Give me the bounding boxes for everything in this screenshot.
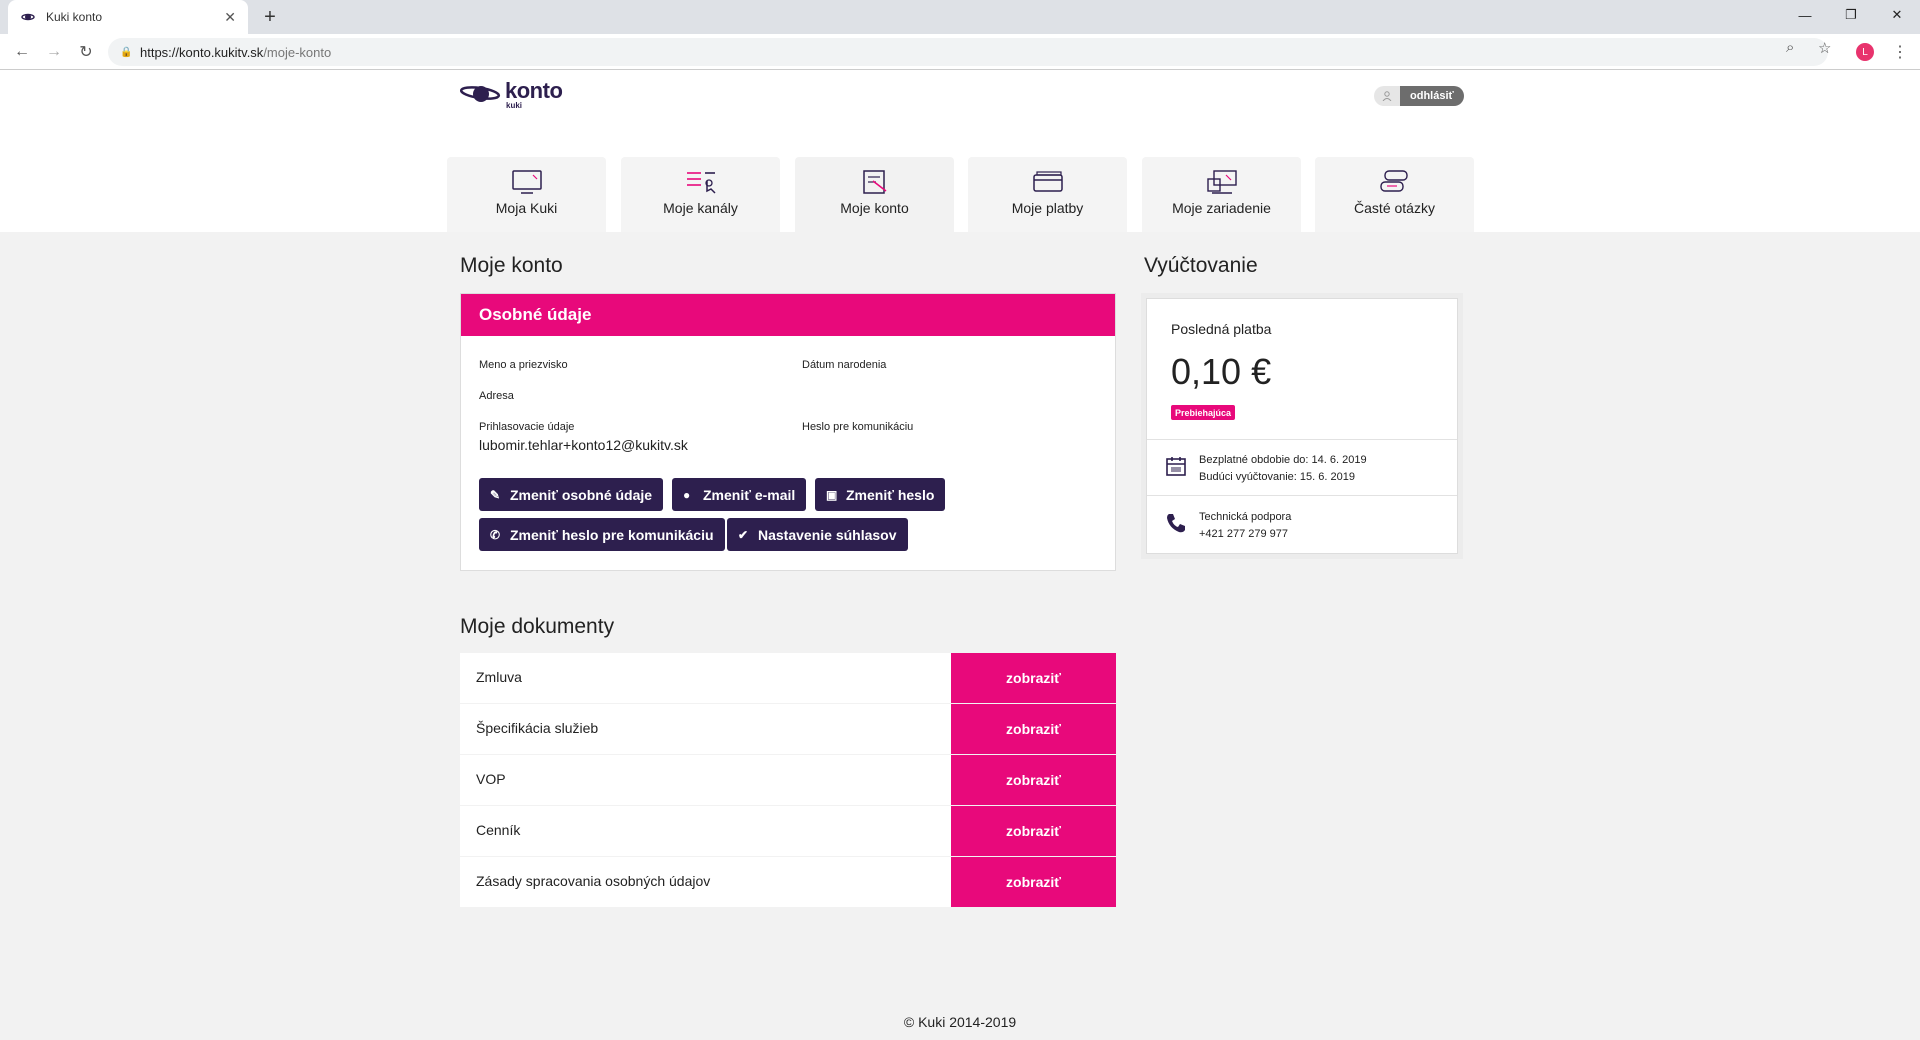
- tab-label: Časté otázky: [1354, 200, 1435, 216]
- phone-icon: ✆: [490, 527, 501, 542]
- phone-icon: [1167, 514, 1185, 533]
- faq-icon: [1380, 170, 1408, 192]
- close-window-icon[interactable]: ✕: [1874, 0, 1920, 30]
- tab-label: Moje konto: [840, 200, 909, 216]
- document-name: Cenník: [476, 822, 521, 838]
- view-document-button[interactable]: zobraziť: [951, 755, 1116, 805]
- edit-icon: ✎: [490, 487, 501, 502]
- tab-label: Moje platby: [1011, 200, 1084, 216]
- document-row: Špecifikácia služieb zobraziť: [460, 704, 1116, 754]
- document-row: Zmluva zobraziť: [460, 653, 1116, 703]
- personal-info-title: Osobné údaje: [461, 294, 1115, 336]
- divider: [1147, 439, 1457, 440]
- kuki-favicon-icon: [20, 9, 36, 25]
- divider: [1147, 495, 1457, 496]
- consent-settings-button[interactable]: ✔ Nastavenie súhlasov: [727, 518, 908, 551]
- zoom-icon[interactable]: ⌕: [1786, 39, 1794, 56]
- document-row: VOP zobraziť: [460, 755, 1116, 805]
- lock-icon: ▣: [826, 487, 838, 502]
- url-path: /moje-konto: [263, 44, 332, 60]
- comm-password-label: Heslo pre komunikáciu: [802, 421, 914, 433]
- change-comm-password-button[interactable]: ✆ Zmeniť heslo pre komunikáciu: [479, 518, 725, 551]
- payment-amount: 0,10 €: [1171, 351, 1272, 392]
- change-personal-info-button[interactable]: ✎ Zmeniť osobné údaje: [479, 478, 664, 511]
- document-row: Zásady spracovania osobných údajov zobra…: [460, 857, 1116, 907]
- name-label: Meno a priezvisko: [479, 359, 568, 371]
- new-tab-icon[interactable]: +: [258, 5, 282, 29]
- url-host: https://konto.kukitv.sk: [140, 44, 264, 60]
- reload-icon[interactable]: ↻: [74, 40, 98, 64]
- birth-date-label: Dátum narodenia: [802, 359, 887, 371]
- browser-tab[interactable]: Kuki konto ✕: [8, 0, 248, 34]
- view-document-button[interactable]: zobraziť: [951, 806, 1116, 856]
- document-name: Špecifikácia služieb: [476, 720, 599, 736]
- next-billing-text: Budúci vyúčtovanie: 15. 6. 2019: [1199, 471, 1355, 483]
- support-label: Technická podpora: [1199, 511, 1292, 523]
- address-label: Adresa: [479, 390, 514, 402]
- calendar-icon: [1166, 457, 1186, 476]
- devices-icon: [1207, 170, 1237, 194]
- check-icon: ✔: [738, 527, 749, 542]
- browser-toolbar: ← → ↻ 🔒 https://konto.kukitv.sk/moje-kon…: [0, 34, 1920, 70]
- support-info: Technická podpora +421 277 279 977: [1199, 509, 1291, 543]
- status-badge: Prebiehajúca: [1171, 405, 1236, 420]
- tab-caste-otazky[interactable]: Časté otázky: [1315, 157, 1474, 232]
- billing-section-title: Vyúčtovanie: [1144, 254, 1258, 277]
- billing-dates: Bezplatné obdobie do: 14. 6. 2019 Budúci…: [1199, 452, 1367, 486]
- profile-avatar[interactable]: L: [1856, 43, 1874, 61]
- restore-icon[interactable]: ❐: [1828, 0, 1874, 30]
- tab-moje-konto[interactable]: Moje konto: [795, 157, 954, 232]
- channel-list-icon: [687, 172, 716, 194]
- account-section-title: Moje konto: [460, 254, 563, 277]
- kuki-konto-logo[interactable]: konto kuki: [460, 78, 570, 110]
- document-name: Zásady spracovania osobných údajov: [476, 873, 711, 889]
- back-icon[interactable]: ←: [10, 40, 34, 64]
- tab-label: Moje zariadenie: [1172, 200, 1271, 216]
- minimize-icon[interactable]: —: [1782, 0, 1828, 30]
- forward-icon[interactable]: →: [42, 40, 66, 64]
- site-header: konto kuki odhlásiť Moja Kuki Moje kanál…: [0, 70, 1920, 232]
- close-tab-icon[interactable]: ✕: [224, 9, 236, 26]
- view-document-button[interactable]: zobraziť: [951, 857, 1116, 907]
- billing-card: Posledná platba 0,10 € Prebiehajúca Bezp…: [1146, 298, 1458, 554]
- support-phone[interactable]: +421 277 279 977: [1199, 526, 1291, 543]
- tab-moja-kuki[interactable]: Moja Kuki: [447, 157, 606, 232]
- tab-title: Kuki konto: [46, 10, 103, 24]
- logout-label: odhlásiť: [1400, 86, 1464, 106]
- account-icon: [863, 170, 887, 194]
- footer-copyright: © Kuki 2014-2019: [903, 1014, 1017, 1030]
- tab-label: Moje kanály: [663, 200, 738, 216]
- logout-button[interactable]: odhlásiť: [1374, 86, 1464, 106]
- document-row: Cenník zobraziť: [460, 806, 1116, 856]
- free-period-text: Bezplatné obdobie do: 14. 6. 2019: [1199, 454, 1367, 466]
- document-name: VOP: [476, 771, 506, 787]
- tab-label: Moja Kuki: [495, 200, 558, 216]
- change-password-button[interactable]: ▣ Zmeniť heslo: [815, 478, 946, 511]
- planet-logo-icon: [460, 86, 501, 102]
- view-document-button[interactable]: zobraziť: [951, 653, 1116, 703]
- documents-list: Zmluva zobraziť Špecifikácia služieb zob…: [460, 653, 1116, 908]
- personal-info-card: Osobné údaje Meno a priezvisko Dátum nar…: [460, 293, 1116, 571]
- user-icon: [1374, 86, 1400, 106]
- payments-icon: [1033, 171, 1063, 192]
- user-icon: ●: [683, 487, 691, 502]
- change-email-button[interactable]: ● Zmeniť e-mail: [672, 478, 807, 511]
- lock-icon: 🔒: [120, 47, 133, 58]
- tv-icon: [512, 170, 542, 194]
- logo-sub: kuki: [506, 101, 523, 110]
- login-label: Prihlasovacie údaje: [479, 421, 575, 433]
- browser-tab-bar: Kuki konto ✕ + — ❐ ✕: [0, 0, 1920, 34]
- view-document-button[interactable]: zobraziť: [951, 704, 1116, 754]
- address-bar[interactable]: 🔒 https://konto.kukitv.sk/moje-konto: [108, 38, 1828, 66]
- tab-moje-platby[interactable]: Moje platby: [968, 157, 1127, 232]
- bookmark-star-icon[interactable]: ☆: [1818, 39, 1831, 57]
- tab-moje-kanaly[interactable]: Moje kanály: [621, 157, 780, 232]
- documents-section-title: Moje dokumenty: [460, 615, 615, 638]
- tab-moje-zariadenie[interactable]: Moje zariadenie: [1142, 157, 1301, 232]
- last-payment-label: Posledná platba: [1171, 321, 1272, 337]
- login-email-value: lubomir.tehlar+konto12@kukitv.sk: [479, 437, 688, 453]
- document-name: Zmluva: [476, 669, 522, 685]
- browser-menu-icon[interactable]: ⋮: [1892, 42, 1908, 62]
